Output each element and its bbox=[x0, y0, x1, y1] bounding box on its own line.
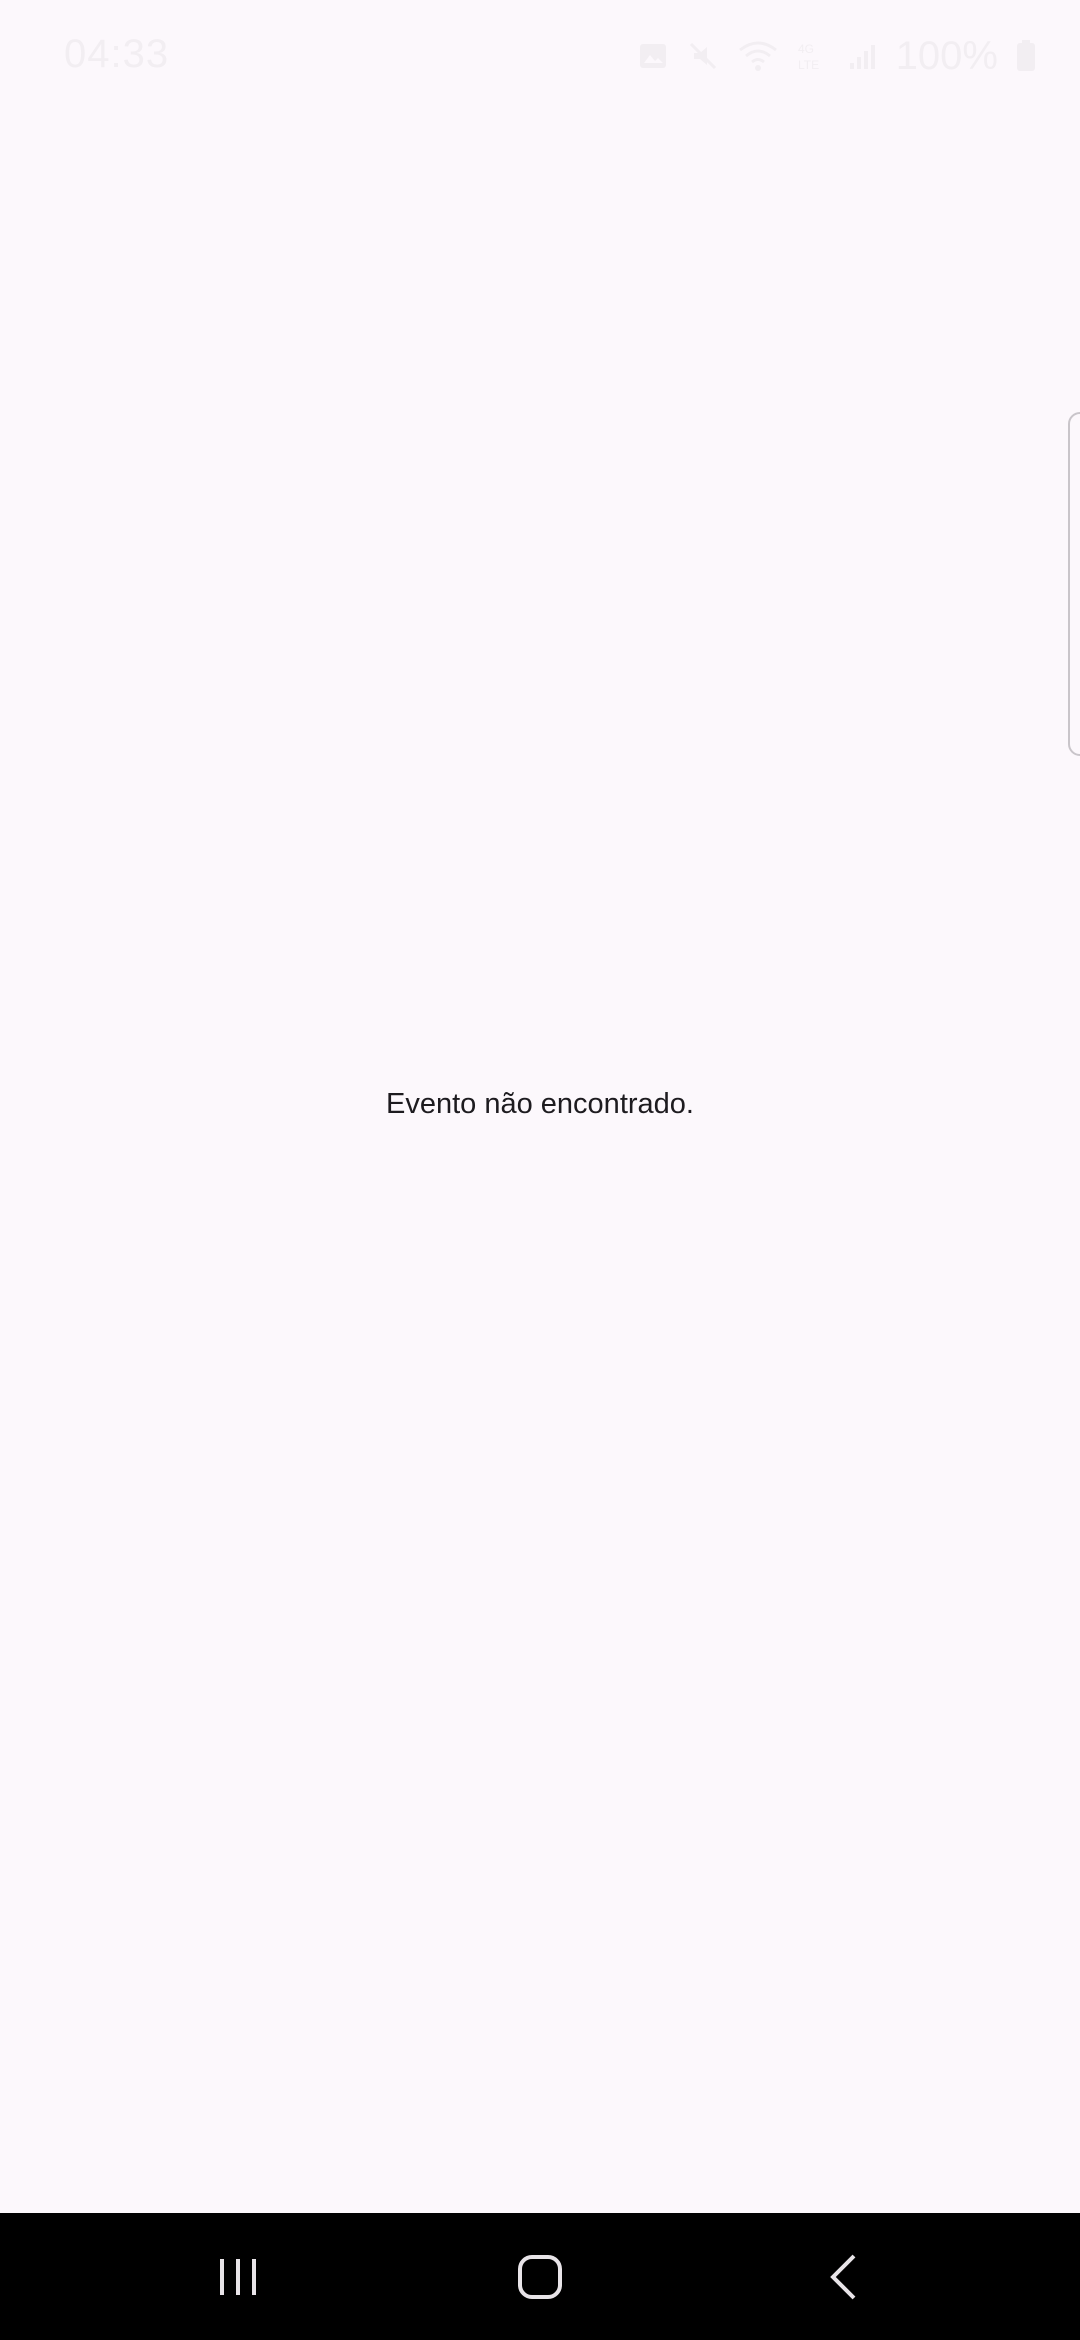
home-icon bbox=[518, 2254, 562, 2299]
recent-apps-icon bbox=[220, 2258, 256, 2295]
svg-text:LTE: LTE bbox=[798, 58, 819, 72]
lte-icon: 4G LTE bbox=[796, 39, 830, 73]
back-chevron-icon bbox=[830, 2254, 856, 2299]
image-icon bbox=[638, 41, 668, 71]
status-icons: 4G LTE 100% bbox=[638, 33, 1036, 78]
status-time: 04:33 bbox=[64, 32, 170, 76]
empty-state-message: Evento não encontrado. bbox=[386, 1088, 694, 1120]
navigation-bar bbox=[0, 2213, 1080, 2340]
screen: 04:33 4G LTE 100% Evento não encontrado. bbox=[0, 0, 1080, 2340]
battery-icon bbox=[1016, 40, 1036, 72]
battery-level: 100% bbox=[895, 33, 998, 78]
mute-icon bbox=[686, 39, 720, 73]
back-button[interactable] bbox=[753, 2213, 933, 2340]
signal-icon bbox=[848, 41, 878, 71]
status-bar: 04:33 4G LTE 100% bbox=[0, 0, 1080, 110]
svg-text:4G: 4G bbox=[798, 42, 814, 56]
recent-apps-button[interactable] bbox=[148, 2213, 328, 2340]
wifi-icon bbox=[738, 40, 778, 72]
edge-panel-handle[interactable] bbox=[1068, 412, 1080, 756]
home-button[interactable] bbox=[450, 2213, 630, 2340]
